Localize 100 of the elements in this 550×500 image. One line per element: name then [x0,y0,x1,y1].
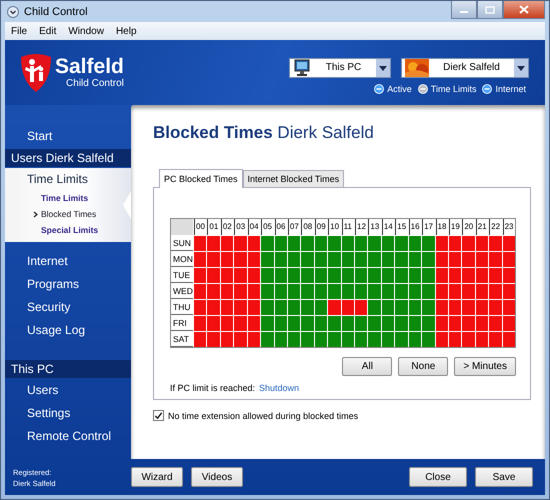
time-cell[interactable] [220,300,234,315]
time-cell[interactable] [301,316,314,331]
time-cell[interactable] [194,236,206,251]
time-cell[interactable] [194,284,206,299]
time-cell[interactable] [462,284,475,299]
time-cell[interactable] [207,252,220,267]
nav-item[interactable]: Usage Log [5,319,131,342]
time-cell[interactable] [207,236,220,251]
time-cell[interactable] [301,284,314,299]
time-cell[interactable] [355,284,368,299]
time-cell[interactable] [220,252,234,267]
time-cell[interactable] [382,284,394,299]
time-cell[interactable] [207,284,220,299]
time-cell[interactable] [261,284,274,299]
time-cell[interactable] [248,316,260,331]
nav-subitem[interactable]: Time Limits [29,193,88,203]
time-cell[interactable] [422,284,434,299]
time-cell[interactable] [194,332,206,347]
checkbox[interactable] [153,410,164,421]
time-cell[interactable] [234,268,247,283]
time-cell[interactable] [408,316,422,331]
tab[interactable]: Internet Blocked Times [242,170,344,187]
time-cell[interactable] [489,316,502,331]
time-cell[interactable] [288,332,300,347]
time-cell[interactable] [422,236,434,251]
time-cell[interactable] [234,332,247,347]
time-cell[interactable] [261,332,274,347]
time-cell[interactable] [342,316,354,331]
time-cell[interactable] [436,300,448,315]
time-cell[interactable] [274,316,287,331]
time-cell[interactable] [194,252,206,267]
tab[interactable]: PC Blocked Times [159,169,243,188]
time-cell[interactable] [207,316,220,331]
time-cell[interactable] [301,252,314,267]
time-cell[interactable] [395,316,408,331]
time-cell[interactable] [368,284,381,299]
time-cell[interactable] [489,284,502,299]
nav-item[interactable]: Time Limits [5,172,131,190]
time-cell[interactable] [395,252,408,267]
time-cell[interactable] [248,284,260,299]
nav-item[interactable]: Remote Control [5,425,131,448]
time-cell[interactable] [382,332,394,347]
time-cell[interactable] [448,252,462,267]
time-cell[interactable] [234,300,247,315]
time-cell[interactable] [436,236,448,251]
time-cell[interactable] [436,252,448,267]
time-cell[interactable] [448,268,462,283]
nav-item[interactable]: Internet [5,250,131,273]
time-cell[interactable] [355,300,368,315]
action-link[interactable]: Shutdown [259,383,300,393]
time-cell[interactable] [342,236,354,251]
nav-item[interactable]: Programs [5,273,131,296]
time-cell[interactable] [274,300,287,315]
nav-subitem[interactable]: Blocked Times [29,209,96,219]
time-cell[interactable] [368,252,381,267]
time-cell[interactable] [355,236,368,251]
time-cell[interactable] [355,316,368,331]
time-cell[interactable] [248,300,260,315]
menu-item[interactable]: Window [68,26,104,36]
nav-subitem[interactable]: Special Limits [29,225,98,235]
time-cell[interactable] [274,236,287,251]
time-cell[interactable] [301,332,314,347]
time-cell[interactable] [328,332,341,347]
time-cell[interactable] [476,332,488,347]
time-cell[interactable] [261,236,274,251]
time-cell[interactable] [301,236,314,251]
time-cell[interactable] [261,300,274,315]
time-cell[interactable] [220,236,234,251]
time-cell[interactable] [408,252,422,267]
time-cell[interactable] [207,268,220,283]
time-cell[interactable] [355,252,368,267]
time-cell[interactable] [328,236,341,251]
time-cell[interactable] [489,300,502,315]
time-cell[interactable] [288,300,300,315]
menu-item[interactable]: Edit [39,26,56,36]
time-cell[interactable] [301,300,314,315]
time-cell[interactable] [288,252,300,267]
footer-button[interactable]: Save [475,467,533,487]
time-cell[interactable] [489,252,502,267]
menu-item[interactable]: Help [116,26,137,36]
time-cell[interactable] [220,284,234,299]
time-cell[interactable] [355,332,368,347]
time-cell[interactable] [502,252,515,267]
time-cell[interactable] [368,300,381,315]
user-dropdown[interactable]: Dierk Salfeld [401,58,529,78]
time-cell[interactable] [436,268,448,283]
time-cell[interactable] [207,332,220,347]
time-cell[interactable] [448,300,462,315]
time-cell[interactable] [476,252,488,267]
time-cell[interactable] [314,332,328,347]
time-cell[interactable] [448,284,462,299]
time-cell[interactable] [314,268,328,283]
time-cell[interactable] [248,268,260,283]
time-cell[interactable] [234,316,247,331]
time-cell[interactable] [328,284,341,299]
time-cell[interactable] [489,332,502,347]
time-cell[interactable] [408,300,422,315]
time-cell[interactable] [288,284,300,299]
time-cell[interactable] [395,268,408,283]
time-cell[interactable] [248,236,260,251]
